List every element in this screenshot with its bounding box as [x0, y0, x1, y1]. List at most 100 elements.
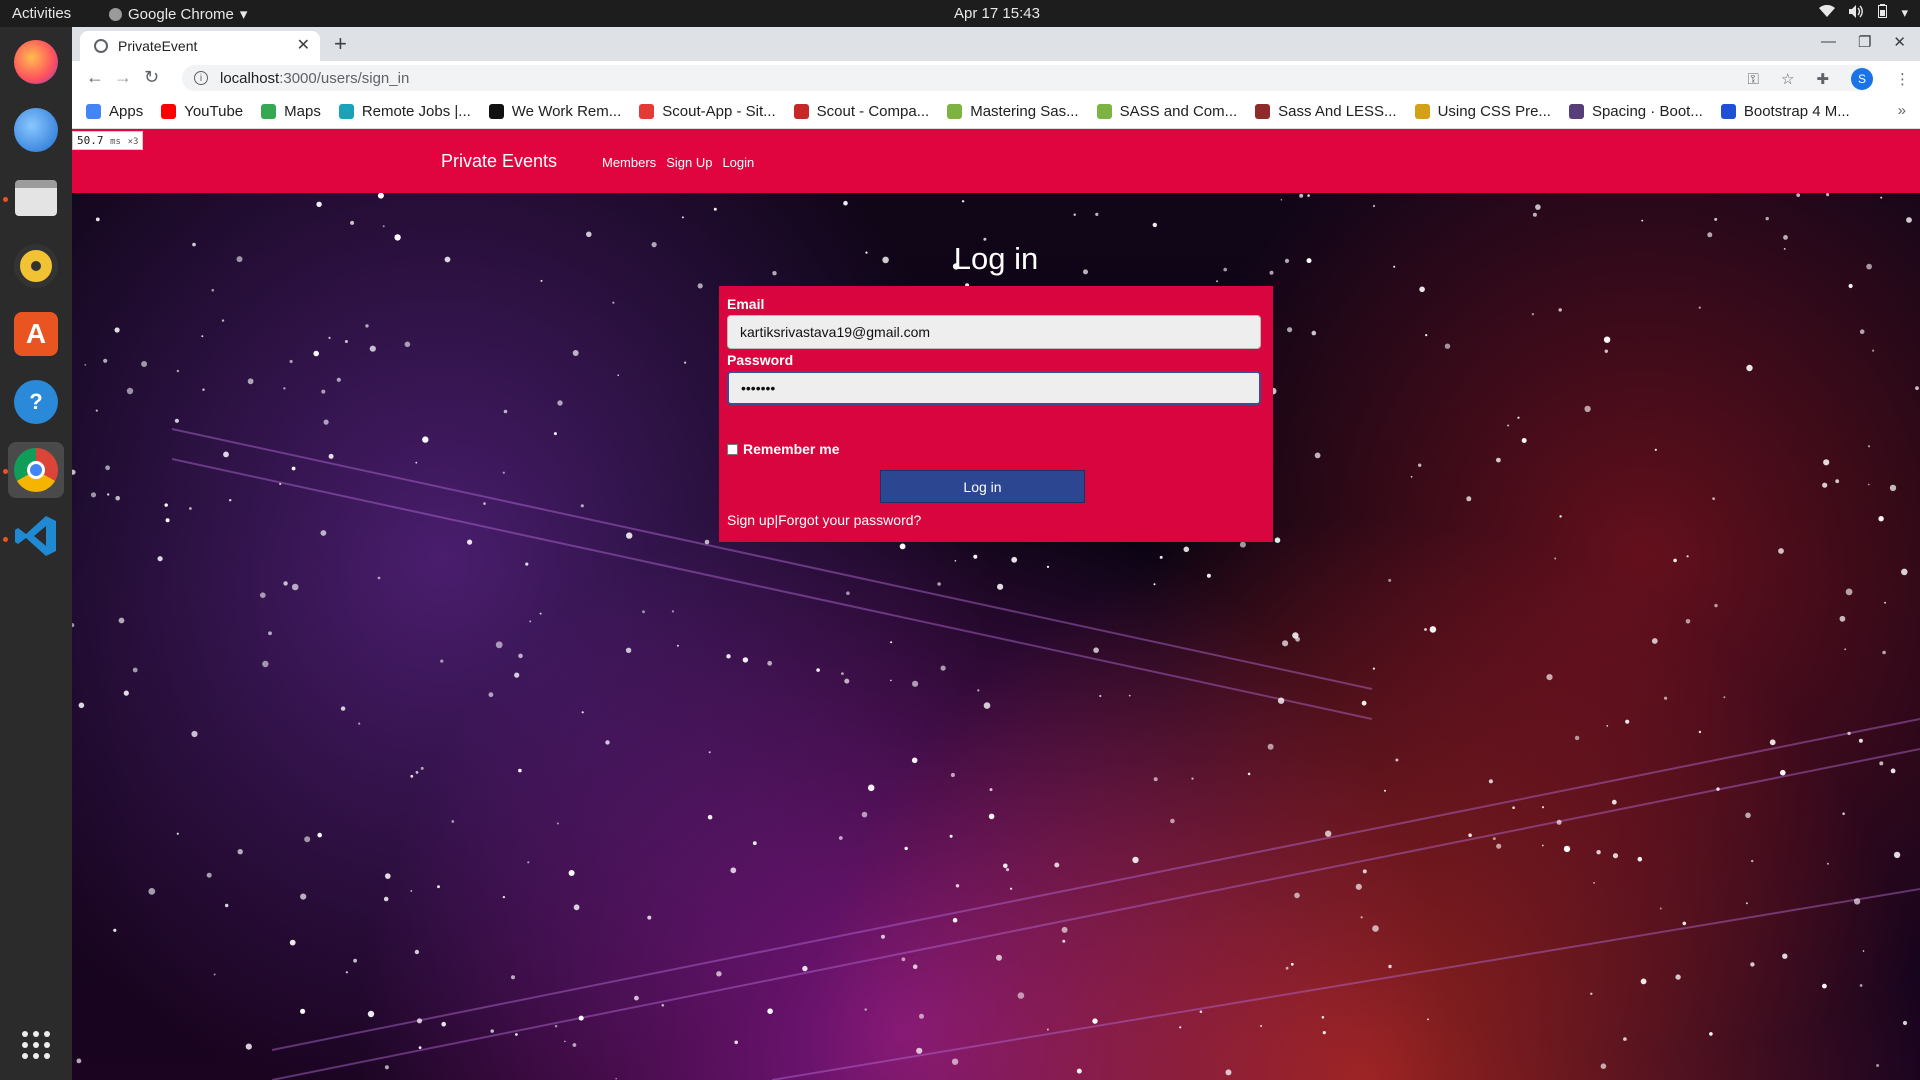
bookmarks-bar: Apps YouTube Maps Remote Jobs |... We Work R… [72, 95, 1920, 129]
star [78, 702, 85, 709]
bookmark-label: Apps [109, 103, 144, 120]
star [912, 964, 918, 969]
star [1625, 719, 1630, 724]
back-icon[interactable]: ← [86, 67, 104, 88]
clock[interactable]: Apr 17 15:43 [0, 5, 1920, 22]
bookmark-label: Remote Jobs |... [361, 103, 471, 120]
bookmark-item[interactable]: Scout-App - Sit... [639, 103, 776, 120]
dock-software[interactable]: A [8, 306, 64, 362]
star [997, 583, 1004, 590]
star [937, 582, 941, 586]
email-field[interactable] [727, 315, 1261, 349]
star [495, 641, 503, 649]
star [527, 861, 530, 864]
star [316, 201, 322, 207]
star [1844, 648, 1847, 651]
star [916, 1047, 923, 1054]
star [1429, 626, 1437, 633]
extensions-icon[interactable]: ✚ [1816, 70, 1829, 88]
key-icon[interactable]: ⚿ [1748, 71, 1759, 88]
vscode-icon [14, 514, 58, 563]
star [697, 283, 703, 289]
remember-me-checkbox[interactable] [727, 443, 738, 455]
star [1682, 921, 1687, 926]
star [1247, 772, 1251, 776]
star [554, 1025, 558, 1028]
star [1206, 573, 1211, 578]
bookmark-item[interactable]: Using CSS Pre... [1414, 103, 1551, 120]
bookmark-item[interactable]: Remote Jobs |... [338, 103, 471, 120]
dock-vscode[interactable] [8, 510, 64, 566]
star [1673, 558, 1677, 563]
dock-firefox[interactable] [8, 34, 64, 90]
star [1884, 601, 1886, 604]
star [518, 768, 522, 773]
remember-me[interactable]: Remember me [727, 441, 840, 457]
bookmark-item[interactable]: We Work Rem... [488, 103, 621, 120]
dock: A ? [0, 27, 72, 1080]
minimize-icon[interactable]: — [1821, 33, 1836, 51]
dock-rhythmbox[interactable] [8, 238, 64, 294]
show-applications-button[interactable] [8, 1017, 64, 1073]
star [708, 751, 711, 754]
bookmark-item[interactable]: SASS and Com... [1096, 103, 1237, 120]
profile-avatar[interactable]: S [1851, 68, 1873, 90]
star [1521, 438, 1527, 443]
star [1073, 213, 1076, 216]
files-icon [15, 180, 57, 216]
dock-thunderbird[interactable] [8, 102, 64, 158]
star-icon[interactable]: ☆ [1781, 70, 1794, 88]
nav-login[interactable]: Login [722, 155, 754, 170]
reload-icon[interactable]: ↻ [144, 67, 159, 88]
forgot-password-link[interactable]: Forgot your password? [778, 512, 921, 528]
star [539, 612, 542, 615]
address-bar[interactable]: i localhost:3000/users/sign_in [182, 65, 1872, 91]
bookmark-item[interactable]: Maps [261, 103, 321, 120]
star [1889, 484, 1897, 492]
nav-sign-up[interactable]: Sign Up [666, 155, 712, 170]
system-top-bar: Activities Google Chrome ▾ Apr 17 15:43 … [0, 0, 1920, 27]
bookmark-item[interactable]: Sass And LESS... [1255, 103, 1397, 120]
bookmark-item[interactable]: Apps [86, 103, 143, 120]
star [1664, 696, 1668, 700]
star [1612, 853, 1619, 859]
star [1826, 862, 1829, 865]
star [1769, 739, 1776, 746]
login-form: Email Password Remember me Log in Sign u… [719, 286, 1273, 542]
bookmark-item[interactable]: Spacing · Boot... [1568, 103, 1703, 120]
bookmark-item[interactable]: Bootstrap 4 M... [1720, 103, 1850, 120]
forward-icon[interactable]: → [114, 67, 132, 88]
star [578, 1015, 584, 1021]
star [383, 896, 389, 902]
close-window-icon[interactable]: ✕ [1893, 33, 1906, 51]
star [1199, 1010, 1203, 1013]
nav-members[interactable]: Members [602, 155, 656, 170]
brand-link[interactable]: Private Events [441, 151, 557, 172]
star [1152, 222, 1158, 228]
login-button[interactable]: Log in [880, 470, 1085, 503]
restore-icon[interactable]: ❐ [1858, 33, 1871, 51]
star [385, 873, 391, 879]
menu-icon[interactable]: ⋮ [1895, 70, 1910, 88]
dock-files[interactable] [8, 170, 64, 226]
system-tray[interactable]: ▾ [1819, 4, 1908, 21]
password-field[interactable] [727, 371, 1261, 405]
bookmark-item[interactable]: Mastering Sas... [947, 103, 1079, 120]
star [556, 822, 559, 825]
truss-beam [271, 718, 1920, 1051]
close-icon[interactable]: ✕ [297, 35, 310, 55]
info-icon[interactable]: i [194, 71, 208, 85]
sign-up-link[interactable]: Sign up [727, 512, 774, 528]
volume-icon [1849, 4, 1864, 21]
dock-chrome[interactable] [8, 442, 64, 498]
star [440, 659, 444, 663]
star [671, 610, 675, 613]
bookmarks-overflow-icon[interactable]: » [1898, 102, 1906, 119]
bookmark-item[interactable]: Scout - Compa... [793, 103, 929, 120]
star [358, 722, 361, 725]
new-tab-button[interactable]: + [334, 31, 347, 57]
star [1902, 1020, 1908, 1026]
tab-privateevent[interactable]: PrivateEvent ✕ [80, 31, 320, 61]
bookmark-item[interactable]: YouTube [161, 103, 243, 120]
dock-help[interactable]: ? [8, 374, 64, 430]
